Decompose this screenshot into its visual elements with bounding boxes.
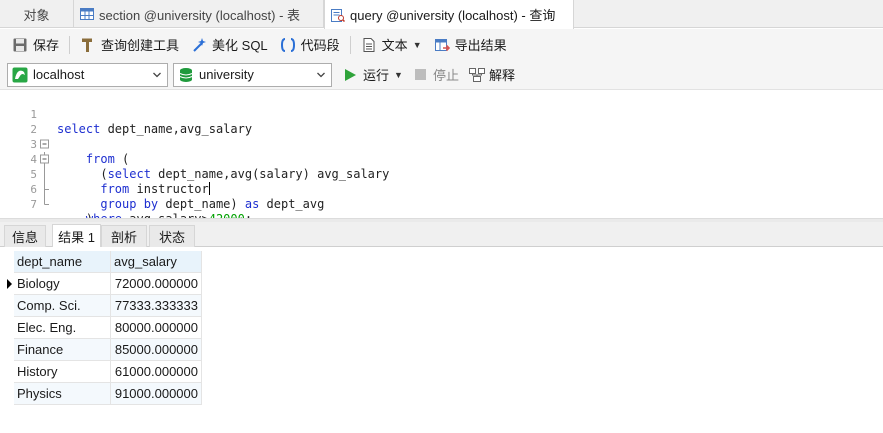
mysql-connection-icon: [12, 67, 28, 82]
cell-dept-name[interactable]: Physics: [14, 383, 111, 405]
result-grid: dept_name avg_salary Biology 72000.00000…: [0, 248, 883, 433]
tab-result-1-label: 结果 1: [58, 229, 95, 245]
table-row[interactable]: Physics 91000.000000: [0, 383, 202, 405]
sql-editor[interactable]: 1 select dept_name,avg_salary 2 from ( 3…: [0, 91, 883, 226]
code-snippet-label: 代码段: [300, 38, 340, 53]
document-tab-strip: 对象 section @university (localhost) - 表 q…: [0, 0, 883, 29]
document-icon: [363, 37, 375, 52]
stop-label: 停止: [432, 68, 459, 83]
magic-wand-icon: [193, 37, 207, 52]
run-label: 运行: [363, 68, 390, 83]
editor-line: 2 from (: [0, 107, 883, 166]
query-builder-label: 查询创建工具: [101, 38, 180, 53]
editor-line: 1 select dept_name,avg_salary: [0, 92, 883, 136]
tab-objects[interactable]: 对象: [0, 0, 74, 28]
query-icon: [331, 8, 345, 22]
save-button[interactable]: 保存: [8, 33, 63, 57]
line-number: 7: [30, 198, 37, 211]
chevron-down-icon: ▼: [394, 69, 403, 80]
tab-query-label: query @university (localhost) - 查询: [350, 8, 556, 23]
export-icon: [434, 38, 450, 51]
explain-button[interactable]: 解释: [468, 65, 515, 84]
result-tab-strip: 信息 结果 1 剖析 状态: [0, 222, 883, 247]
query-builder-button[interactable]: 查询创建工具: [76, 33, 183, 57]
table-row[interactable]: Elec. Eng. 80000.000000: [0, 317, 202, 339]
beautify-sql-label: 美化 SQL: [212, 38, 268, 53]
column-header-avg-salary[interactable]: avg_salary: [111, 251, 202, 273]
toolbar-divider: [349, 35, 351, 54]
database-value: university: [199, 67, 254, 82]
chevron-down-icon: ▼: [412, 39, 422, 50]
save-icon: [13, 38, 27, 51]
table-row[interactable]: History 61000.000000: [0, 361, 202, 383]
tab-profile[interactable]: 剖析: [101, 225, 147, 247]
database-select[interactable]: university: [173, 62, 332, 87]
text-format-label: 文本: [381, 38, 408, 53]
tab-info-label: 信息: [11, 230, 38, 245]
cell-avg-salary[interactable]: 85000.000000: [111, 339, 202, 361]
cell-dept-name[interactable]: Finance: [14, 339, 111, 361]
toolbar-divider: [69, 35, 71, 54]
tab-section-label: section @university (localhost) - 表: [99, 7, 301, 23]
table-row[interactable]: Biology 72000.000000: [0, 273, 202, 295]
tab-info[interactable]: 信息: [4, 225, 46, 247]
tab-profile-label: 剖析: [110, 230, 137, 245]
cell-avg-salary[interactable]: 72000.000000: [111, 273, 202, 295]
editor-line: 7 where avg_salary>42000;: [0, 182, 883, 226]
query-toolbar: 保存 查询创建工具 美化 SQL 代码段 文本 ▼ 导出结果: [0, 29, 883, 60]
export-results-label: 导出结果: [454, 38, 507, 53]
tab-objects-label: 对象: [23, 7, 50, 23]
cell-dept-name[interactable]: Biology: [14, 273, 111, 295]
table-row[interactable]: Finance 85000.000000: [0, 339, 202, 361]
cell-avg-salary[interactable]: 77333.333333: [111, 295, 202, 317]
explain-label: 解释: [488, 68, 515, 83]
run-button[interactable]: 运行 ▼: [343, 65, 403, 84]
table-icon: [80, 8, 94, 20]
editor-line: 5 group by dept_name) as dept_avg: [0, 152, 883, 211]
code-snippet-icon: [280, 37, 295, 52]
cell-avg-salary[interactable]: 61000.000000: [111, 361, 202, 383]
grid-header-row: dept_name avg_salary: [0, 251, 202, 273]
table-row[interactable]: Comp. Sci. 77333.333333: [0, 295, 202, 317]
cell-dept-name[interactable]: Comp. Sci.: [14, 295, 111, 317]
export-results-button[interactable]: 导出结果: [430, 33, 511, 57]
connection-select[interactable]: localhost: [7, 62, 168, 87]
cell-avg-salary[interactable]: 80000.000000: [111, 317, 202, 339]
fold-line-icon: [44, 197, 49, 205]
query-builder-icon: [82, 38, 93, 52]
code-line: group by dept_name) as dept_avg: [100, 197, 325, 211]
current-row-indicator-icon: [7, 279, 12, 289]
database-icon: [179, 67, 193, 82]
save-label: 保存: [33, 38, 60, 53]
chevron-down-icon: [317, 72, 325, 77]
stop-button[interactable]: 停止: [414, 65, 459, 84]
text-format-button[interactable]: 文本 ▼: [357, 33, 426, 57]
connection-value: localhost: [33, 67, 85, 82]
cell-dept-name[interactable]: Elec. Eng.: [14, 317, 111, 339]
cell-dept-name[interactable]: History: [14, 361, 111, 383]
tab-section-table[interactable]: section @university (localhost) - 表: [74, 0, 324, 28]
tab-query[interactable]: query @university (localhost) - 查询: [324, 0, 574, 29]
cell-avg-salary[interactable]: 91000.000000: [111, 383, 202, 405]
play-icon: [345, 68, 356, 81]
beautify-sql-button[interactable]: 美化 SQL: [187, 33, 272, 57]
editor-line: 6 ): [0, 167, 883, 226]
connection-toolbar: localhost university 运行 ▼ 停止 解释: [0, 60, 883, 90]
code-snippet-button[interactable]: 代码段: [276, 33, 344, 57]
editor-line: 4 from instructor: [0, 137, 883, 196]
column-header-dept-name[interactable]: dept_name: [14, 251, 111, 273]
explain-icon: [468, 67, 485, 82]
editor-line: 3 (select dept_name,avg(salary) avg_sala…: [0, 122, 883, 181]
tab-result-1[interactable]: 结果 1: [52, 224, 101, 247]
tab-status-label: 状态: [158, 230, 185, 245]
tab-status[interactable]: 状态: [149, 225, 195, 247]
chevron-down-icon: [153, 72, 161, 77]
stop-icon: [414, 69, 426, 80]
